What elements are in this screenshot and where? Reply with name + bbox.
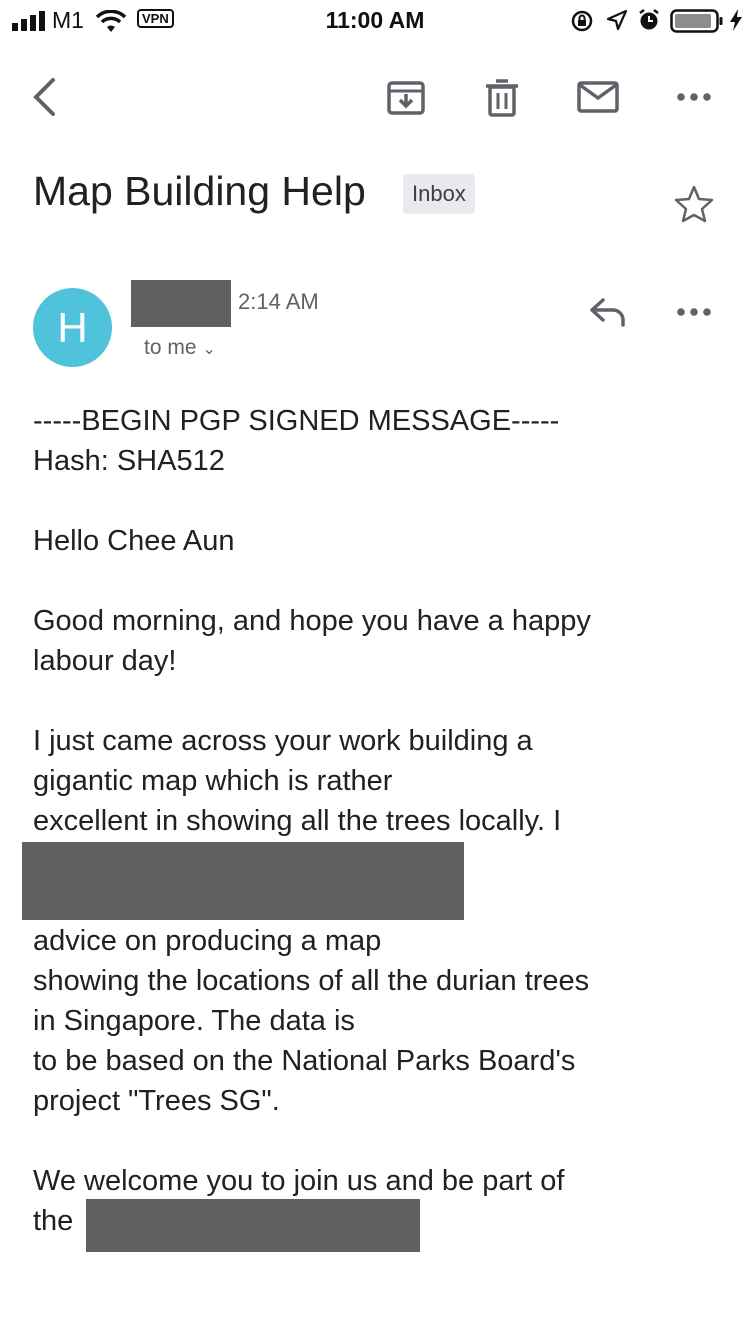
- body-line: gigantic map which is rather: [33, 765, 393, 797]
- recipients-toggle[interactable]: to me ⌄: [144, 336, 216, 360]
- status-bar: M1 VPN 11:00 AM: [0, 0, 750, 40]
- body-line: project "Trees SG".: [33, 1085, 280, 1117]
- archive-icon: [387, 81, 425, 115]
- reply-icon: [590, 298, 625, 327]
- chevron-down-icon: ⌄: [202, 341, 216, 358]
- archive-button[interactable]: [380, 69, 432, 125]
- battery-icon: [670, 9, 723, 33]
- email-subject: Map Building Help: [33, 168, 366, 214]
- body-line: [33, 481, 733, 521]
- body-line: Hash: SHA512: [33, 445, 225, 477]
- star-icon: [674, 185, 714, 223]
- redacted-block: [86, 1199, 420, 1252]
- recipients-label: to me: [144, 336, 197, 359]
- body-line: Good morning, and hope you have a happy: [33, 605, 591, 637]
- back-arrow-icon: [33, 78, 55, 116]
- more-icon: [677, 93, 711, 101]
- body-line: Hello Chee Aun: [33, 525, 235, 557]
- reply-button[interactable]: [582, 288, 634, 336]
- body-line: showing the locations of all the durian …: [33, 965, 590, 997]
- delete-button[interactable]: [476, 69, 528, 125]
- more-icon: [677, 308, 711, 316]
- sender-name-redacted[interactable]: [131, 280, 231, 327]
- alarm-icon: [639, 9, 659, 30]
- more-options-button[interactable]: [668, 69, 720, 125]
- body-line: [33, 561, 733, 601]
- sender-avatar[interactable]: H: [33, 288, 112, 367]
- trash-icon: [486, 79, 518, 117]
- mark-unread-icon: [577, 81, 619, 113]
- mark-unread-button[interactable]: [572, 69, 624, 125]
- redacted-block: [22, 842, 464, 920]
- body-line: -----BEGIN PGP SIGNED MESSAGE-----: [33, 405, 560, 437]
- body-line: [33, 681, 733, 721]
- body-line: [33, 1121, 733, 1161]
- back-button[interactable]: [22, 69, 66, 125]
- body-line: advice on producing a map: [33, 925, 382, 957]
- toolbar: [0, 55, 750, 139]
- body-line: excellent in showing all the trees local…: [33, 805, 562, 837]
- charging-icon: [730, 9, 742, 31]
- body-line: in Singapore. The data is: [33, 1005, 355, 1037]
- inbox-label-chip[interactable]: Inbox: [403, 174, 475, 214]
- body-line: labour day!: [33, 645, 177, 677]
- message-body: -----BEGIN PGP SIGNED MESSAGE----- Hash: …: [33, 401, 733, 1241]
- message-more-button[interactable]: [668, 288, 720, 336]
- rotation-lock-icon: [571, 10, 593, 32]
- star-button[interactable]: [670, 180, 718, 228]
- body-line: We welcome you to join us and be part of: [33, 1165, 565, 1197]
- location-icon: [606, 9, 628, 31]
- body-line: I just came across your work building a: [33, 725, 533, 757]
- sent-time: 2:14 AM: [238, 289, 319, 314]
- body-line: to be based on the National Parks Board'…: [33, 1045, 576, 1077]
